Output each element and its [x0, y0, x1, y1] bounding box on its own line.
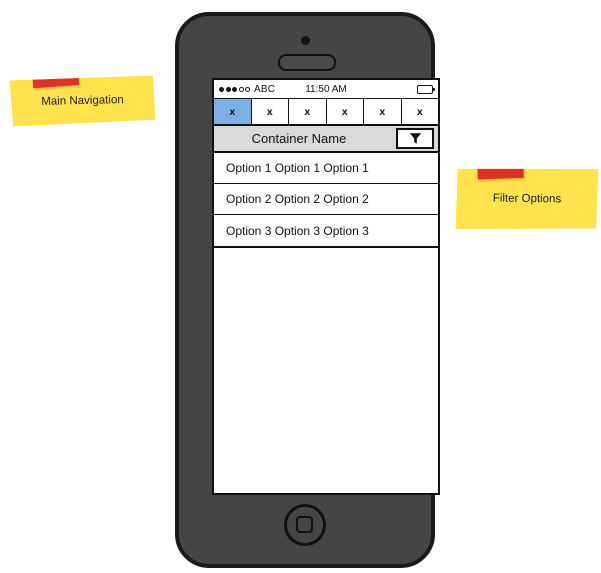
tab-item-3[interactable]: x	[289, 99, 327, 124]
options-list: Option 1 Option 1 Option 1 Option 2 Opti…	[214, 153, 438, 248]
annotation-note-main-navigation: Main Navigation	[10, 75, 156, 126]
list-item[interactable]: Option 1 Option 1 Option 1	[214, 153, 438, 184]
tab-item-5[interactable]: x	[364, 99, 402, 124]
red-tape-icon	[477, 156, 524, 180]
sticky-note-paper: Main Navigation	[10, 75, 156, 126]
signal-strength-icon	[219, 86, 250, 92]
front-camera-icon	[301, 36, 310, 45]
list-item[interactable]: Option 2 Option 2 Option 2	[214, 184, 438, 215]
main-navigation-tab-bar[interactable]: x x x x x x	[214, 99, 438, 126]
tab-item-6[interactable]: x	[401, 99, 438, 124]
status-bar: ABC 11:50 AM	[214, 80, 438, 99]
content-empty-area	[214, 248, 438, 474]
container-header-bar: Container Name	[214, 126, 438, 153]
list-item[interactable]: Option 3 Option 3 Option 3	[214, 215, 438, 246]
tab-item-1[interactable]: x	[214, 99, 252, 124]
filter-funnel-icon	[409, 133, 421, 144]
sticky-note-paper: Filter Options	[456, 167, 599, 231]
phone-device-frame: ABC 11:50 AM x x x x x x Container Name	[175, 12, 440, 568]
red-tape-icon	[32, 63, 79, 88]
earpiece-speaker-icon	[278, 54, 336, 71]
tab-item-4[interactable]: x	[326, 99, 364, 124]
annotation-label-main-navigation: Main Navigation	[41, 94, 124, 108]
carrier-label: ABC	[254, 83, 276, 95]
phone-screen: ABC 11:50 AM x x x x x x Container Name	[212, 78, 440, 495]
filter-options-button[interactable]	[396, 128, 434, 149]
tab-item-2[interactable]: x	[251, 99, 289, 124]
home-button[interactable]	[284, 504, 326, 546]
battery-icon	[417, 84, 435, 94]
annotation-note-filter-options: Filter Options	[456, 167, 599, 231]
container-title: Container Name	[251, 131, 347, 146]
annotation-label-filter-options: Filter Options	[492, 192, 562, 206]
